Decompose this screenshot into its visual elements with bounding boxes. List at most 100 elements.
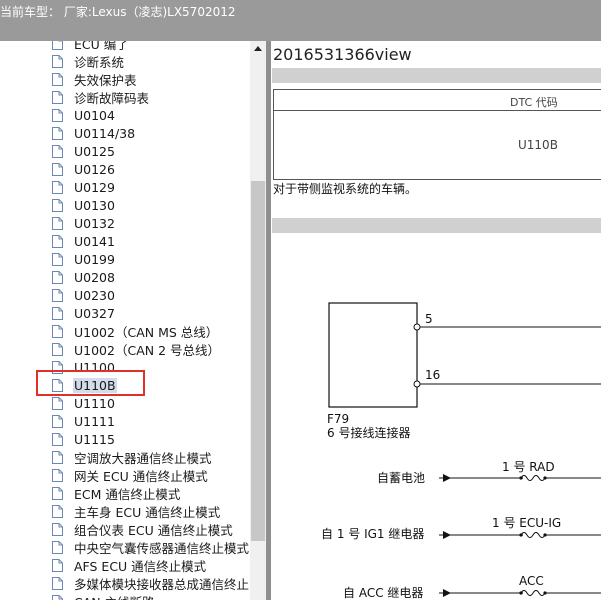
tree-item-label: U0104 [74,107,115,123]
tree-item[interactable]: U1002（CAN 2 号总线） [52,340,221,358]
document-page-icon [52,540,63,554]
document-page-icon [52,41,63,50]
connector-id: F79 [327,412,349,426]
tree-item-label: U1111 [74,413,115,429]
document-pane: 2016531366view DTC 代码 U110B 对于带侧监视系统的车辆。… [271,41,601,600]
tree-item[interactable]: CAN 主线断路 [52,592,156,600]
source-2-label: 自 1 号 IG1 继电器 [321,527,424,541]
tree-item[interactable]: U0230 [52,286,116,304]
document-page-icon [52,180,63,194]
tree-item-label: U0132 [74,215,115,231]
tree-item[interactable]: U0126 [52,160,116,178]
tree-item[interactable]: U0130 [52,196,116,214]
tree-item[interactable]: U1110 [52,394,116,412]
tree-item[interactable]: ECM 通信终止模式 [52,484,181,502]
navigation-tree-pane: ECU 编了 诊断系统失效保护表诊断故障码表 U0104 U0114/38 U0125 U… [0,41,266,600]
pin-a-label: 5 [425,312,433,326]
tree-item-label: U0125 [74,143,115,159]
tree-item-label: U0129 [74,179,115,195]
pin-16-terminal [413,380,421,388]
document-page-icon [52,216,63,230]
title-bar: 当前车型： 厂家:Lexus（凌志)LX5702012 [0,0,601,41]
tree-item[interactable]: U0141 [52,232,116,250]
tree-item[interactable]: U1115 [52,430,116,448]
document-page-icon [52,396,63,410]
document-page-icon [52,522,63,536]
source-3-label: 自 ACC 继电器 [343,586,423,600]
scrollbar-thumb[interactable] [251,181,265,541]
tree-item[interactable]: AFS ECU 通信终止模式 [52,556,207,574]
fuse-2-label: 1 号 ECU-IG [492,516,561,530]
tree-item[interactable]: U0114/38 [52,124,136,142]
tree-item-label: 诊断故障码表 [74,90,150,106]
vehicle-title: 当前车型： 厂家:Lexus（凌志)LX5702012 [0,5,236,19]
wiring-diagram: 5 16 F79 6 号接线连接器 自蓄电池 1 号 RAD 自 1 号 IG1… [321,302,601,600]
document-page-icon [52,234,63,248]
fuse-2-terminal-a [519,533,523,537]
tree-item-label: U0114/38 [74,125,136,141]
fuse-3-icon [520,590,546,596]
tree-item[interactable]: 空调放大器通信终止模式 [52,448,213,466]
tree-item-label: U0230 [74,287,115,303]
tree-scrollbar[interactable] [250,41,266,600]
document-page-icon [52,198,63,212]
selection-highlight-box [36,370,145,396]
tree-item[interactable]: 主车身 ECU 通信终止模式 [52,502,221,520]
tree-item-label: U1002（CAN MS 总线） [74,324,219,340]
arrow-2-icon [443,531,451,539]
tree-item[interactable]: U0125 [52,142,116,160]
connector-box [328,302,418,408]
tree-item[interactable]: U0132 [52,214,116,232]
fuse-1-label: 1 号 RAD [502,460,555,474]
document-page-icon [52,576,63,590]
tree-item[interactable]: U1002（CAN MS 总线） [52,322,219,340]
connector-name: 6 号接线连接器 [327,425,410,440]
tree-item[interactable]: U0199 [52,250,116,268]
tree-item[interactable]: U0208 [52,268,116,286]
fuse-2-icon [520,532,546,538]
tree-item[interactable]: 诊断系统 [52,52,125,70]
document-page-icon [52,342,63,356]
fuse-3-label: ACC [519,574,544,588]
document-page-icon [52,108,63,122]
scroll-up-icon[interactable] [250,41,266,57]
document-page-icon [52,486,63,500]
tree-item[interactable]: U0104 [52,106,116,124]
tree-item-label: U0141 [74,233,115,249]
tree-item-label: CAN 主线断路 [73,592,156,600]
tree-item[interactable]: 组合仪表 ECU 通信终止模式 [52,520,234,538]
tree-item[interactable]: 中央空气囊传感器通信终止模式 [52,538,250,556]
tree-item[interactable]: 失效保护表 [52,70,138,88]
document-page-icon [52,414,63,428]
document-page-icon [52,54,63,68]
tree-item[interactable]: ECU 编了 [52,41,130,52]
tree-item[interactable]: U0129 [52,178,116,196]
document-page-icon [52,144,63,158]
tree-item[interactable]: U0327 [52,304,116,322]
tree-item-label: U1002（CAN 2 号总线） [74,342,220,358]
pin-b-label: 16 [425,368,440,382]
document-page-icon [52,270,63,284]
tree-item-label: U0208 [74,269,115,285]
tree-item-label: U0126 [74,161,115,177]
document-page-icon [52,162,63,176]
fuse-3-terminal-a [519,591,523,595]
document-page-icon [52,594,63,600]
document-page-icon [52,306,63,320]
tree-item-label: U0199 [74,251,115,267]
tree-item[interactable]: 网关 ECU 通信终止模式 [52,466,209,484]
tree-item-label: 失效保护表 [74,72,137,88]
arrow-1-icon [443,474,451,482]
tree-item-label: 多媒体模块接收器总成通信终止 [74,576,250,592]
document-page-icon [52,558,63,572]
fuse-1-icon [520,475,546,481]
tree-item-label: 中央空气囊传感器通信终止模式 [74,540,250,556]
document-page-icon [52,252,63,266]
tree-item[interactable]: 多媒体模块接收器总成通信终止 [52,574,250,592]
tree-item-label: 网关 ECU 通信终止模式 [74,468,208,484]
tree-item-label: 主车身 ECU 通信终止模式 [74,504,221,520]
tree-item[interactable]: 诊断故障码表 [52,88,150,106]
tree-item-label: U1115 [74,431,115,447]
tree-item-label: 组合仪表 ECU 通信终止模式 [74,522,233,538]
tree-item[interactable]: U1111 [52,412,116,430]
